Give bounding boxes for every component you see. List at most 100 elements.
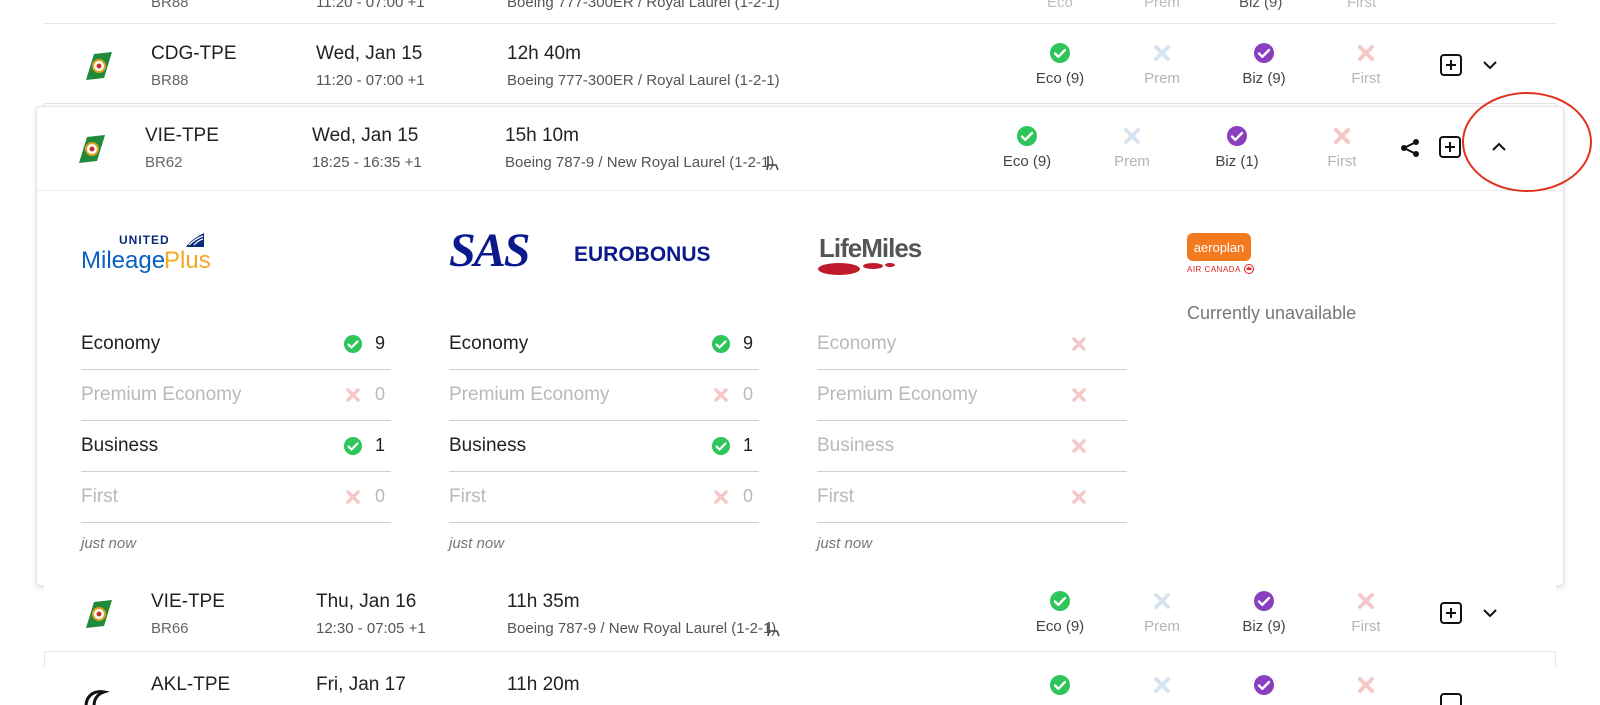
cabin-economy[interactable]: Eco (9) — [1020, 590, 1100, 635]
cabin-label: Eco (9) — [1035, 618, 1085, 635]
aircraft-info: Boeing 777-300ER / Royal Laurel (1-2-1) — [507, 72, 780, 89]
flight-date: Wed, Jan 15 — [316, 43, 423, 64]
flight-row[interactable]: VIE-TPE BR66 Thu, Jan 16 12:30 - 07:05 +… — [44, 572, 1556, 652]
x-icon — [1154, 677, 1170, 693]
expand-button[interactable] — [1476, 599, 1504, 627]
share-button[interactable] — [1396, 134, 1424, 162]
x-icon — [1358, 677, 1374, 693]
check-circle-icon — [1017, 126, 1037, 146]
cabin-economy[interactable]: Eco (9) — [1020, 42, 1100, 87]
cabin-label: Eco (9) — [1035, 70, 1085, 87]
flight-times: 11:20 - 07:00 +1 — [316, 72, 425, 89]
cabin-name: Business — [817, 435, 895, 456]
brand-main-text: LifeMiles — [819, 233, 922, 263]
x-icon — [1072, 388, 1086, 402]
x-icon — [1124, 128, 1140, 144]
cabin-first[interactable]: First — [1326, 42, 1406, 87]
eva-air-logo-icon — [86, 600, 112, 628]
plus-square-icon[interactable] — [1439, 692, 1463, 705]
cabin-label: Eco (9) — [1002, 153, 1052, 170]
plus-square-icon — [1440, 602, 1462, 624]
cabin-row: First 0 — [81, 472, 391, 523]
cabin-name: Premium Economy — [817, 384, 978, 405]
program-lifemiles: LifeMiles Economy Premium Economy Busine… — [817, 221, 1127, 552]
cabin-premium[interactable]: Prem — [1122, 590, 1202, 635]
flight-row[interactable]: CDG-TPE BR88 Wed, Jan 15 11:20 - 07:00 +… — [44, 24, 1556, 104]
check-circle-icon — [1050, 675, 1070, 695]
cabin-first[interactable]: First — [1302, 125, 1382, 170]
plus-square-icon — [1439, 136, 1461, 158]
cabin-prem-label: Prem — [1144, 0, 1180, 11]
cabin-label: Prem — [1144, 70, 1180, 87]
cabin-first[interactable]: First — [1326, 590, 1406, 635]
x-icon — [1358, 593, 1374, 609]
seat-count: 0 — [374, 486, 385, 506]
brand-main-text: SAS — [449, 224, 530, 277]
expanded-flight-header[interactable]: VIE-TPE BR62 Wed, Jan 15 18:25 - 16:35 +… — [37, 107, 1563, 191]
brand-top-text: UNITED — [119, 233, 170, 247]
cabin-row: Business 1 — [449, 421, 759, 472]
eva-air-logo-icon — [79, 135, 105, 163]
program-sas-eurobonus: SAS EUROBONUS Economy 9 Premium Economy … — [449, 221, 759, 552]
cabin-name: Premium Economy — [81, 384, 242, 405]
brand-sub-text: EUROBONUS — [574, 243, 711, 266]
plus-square-icon — [1440, 54, 1462, 76]
seat-count: 9 — [742, 333, 753, 353]
brand-accent-text: Plus — [164, 247, 211, 274]
cabin-row: Economy — [817, 319, 1127, 370]
seat-icon — [766, 156, 779, 171]
cabin-label: Biz (1) — [1215, 153, 1259, 170]
cabin-premium[interactable]: Prem — [1092, 125, 1172, 170]
cabin-business[interactable]: Biz (9) — [1224, 42, 1304, 87]
flight-row-partial[interactable]: AKL-TPE Fri, Jan 17 11h 20m — [44, 668, 1556, 705]
flight-date: Thu, Jan 16 — [316, 591, 417, 612]
flight-duration: 11h 35m — [507, 591, 580, 612]
cabin-row: Business 1 — [81, 421, 391, 472]
seat-count: 1 — [742, 435, 753, 455]
flight-times: 11:20 - 07:00 +1 — [316, 0, 425, 11]
x-icon — [1072, 439, 1086, 453]
expand-button[interactable] — [1476, 51, 1504, 79]
flight-number: BR62 — [145, 154, 183, 171]
cabin-business[interactable]: Biz (9) — [1224, 590, 1304, 635]
air-new-zealand-logo-icon — [84, 690, 110, 705]
cabin-row: Business — [817, 421, 1127, 472]
lifemiles-logo: LifeMiles — [817, 221, 1127, 291]
seat-count: 0 — [742, 486, 753, 506]
x-icon — [1154, 593, 1170, 609]
aircraft-info: Boeing 777-300ER / Royal Laurel (1-2-1) — [507, 0, 780, 11]
flight-duration: 12h 40m — [507, 43, 581, 64]
flight-duration: 15h 10m — [505, 125, 579, 146]
add-button[interactable] — [1437, 599, 1465, 627]
check-circle-icon — [1254, 591, 1274, 611]
flight-date: Fri, Jan 17 — [316, 674, 406, 695]
flight-date: Wed, Jan 15 — [312, 125, 419, 146]
add-button[interactable] — [1437, 51, 1465, 79]
last-updated: just now — [449, 535, 505, 552]
check-circle-icon — [1050, 591, 1070, 611]
highlight-annotation-circle — [1462, 92, 1592, 192]
cabin-label: First — [1351, 618, 1381, 635]
seat-count: 0 — [374, 384, 385, 404]
availability-table: Economy 9 Premium Economy 0 Business 1 F… — [81, 319, 391, 523]
lifemiles-swoosh-icon — [818, 263, 895, 275]
flight-duration: 11h 20m — [507, 674, 580, 695]
cabin-economy[interactable]: Eco (9) — [987, 125, 1067, 170]
brand-main-text: Mileage — [81, 247, 166, 274]
route: CDG-TPE — [151, 43, 237, 64]
seat-icon — [767, 622, 780, 637]
add-button[interactable] — [1436, 133, 1464, 161]
cabin-label: First — [1327, 153, 1357, 170]
cabin-first-label: First — [1347, 0, 1377, 11]
cabin-business[interactable]: Biz (1) — [1197, 125, 1277, 170]
aeroplan-badge: aeroplan — [1187, 233, 1251, 261]
cabin-premium[interactable]: Prem — [1122, 42, 1202, 87]
cabin-row: First 0 — [449, 472, 759, 523]
x-icon — [1072, 490, 1086, 504]
aircraft-info: Boeing 787-9 / New Royal Laurel (1-2-1) — [507, 620, 777, 637]
cabin-row: Economy 9 — [81, 319, 391, 370]
route: VIE-TPE — [145, 125, 219, 146]
seat-count: 1 — [374, 435, 385, 455]
flight-row-partial[interactable]: BR88 11:20 - 07:00 +1 Boeing 777-300ER /… — [44, 0, 1556, 24]
cabin-row: Economy 9 — [449, 319, 759, 370]
